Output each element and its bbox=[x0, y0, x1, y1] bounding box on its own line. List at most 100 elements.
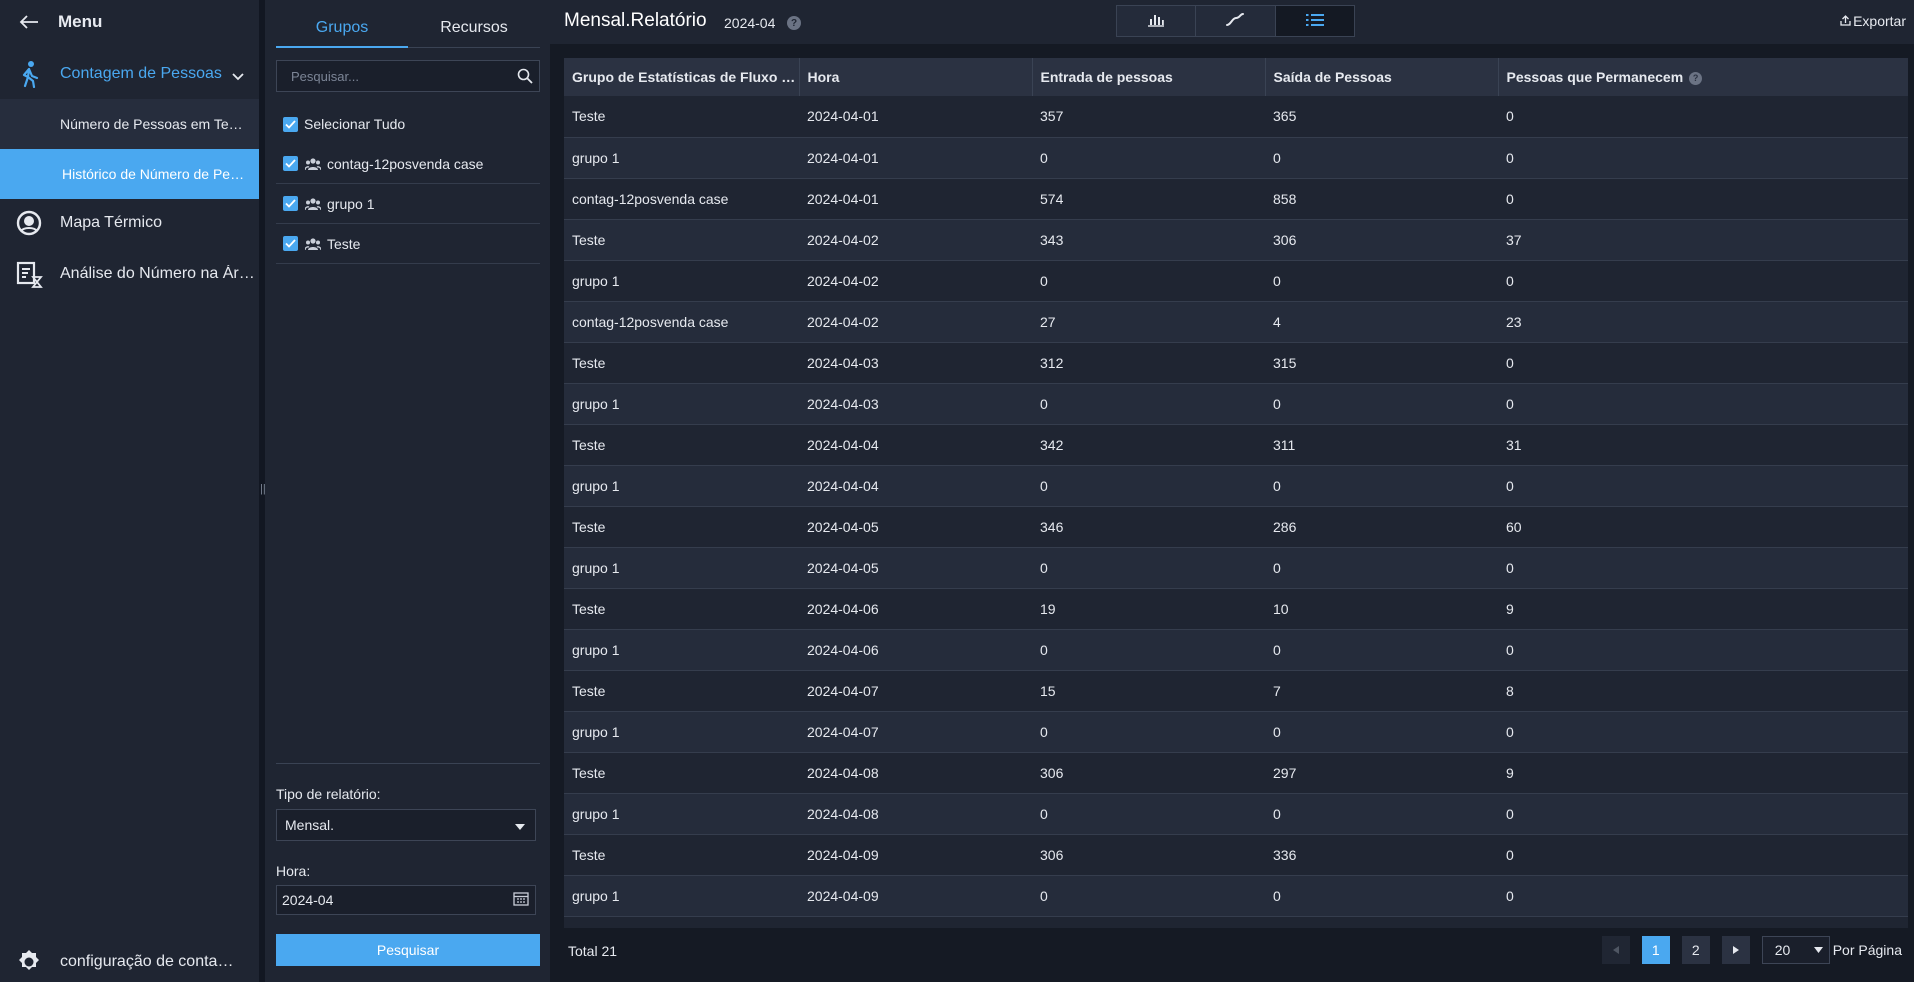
group-label: Teste bbox=[327, 235, 361, 252]
tab-groups[interactable]: Grupos bbox=[276, 8, 408, 48]
column-header-entries[interactable]: Entrada de pessoas bbox=[1032, 58, 1266, 96]
report-type-label: Tipo de relatório: bbox=[276, 786, 381, 802]
table-row[interactable]: grupo 1 2024-04-02 0 0 0 bbox=[564, 260, 1908, 301]
table-row[interactable]: Teste 2024-04-03 312 315 0 bbox=[564, 342, 1908, 383]
sidebar-subitem-history[interactable]: Histórico de Número de Pessoas bbox=[0, 149, 259, 199]
table-row[interactable]: Teste 2024-04-08 306 297 9 bbox=[564, 752, 1908, 793]
calendar-icon[interactable] bbox=[513, 891, 529, 909]
table-row[interactable]: grupo 1 2024-04-04 0 0 0 bbox=[564, 465, 1908, 506]
time-label: Hora: bbox=[276, 863, 311, 879]
table-row[interactable]: Teste 2024-04-04 342 311 31 bbox=[564, 424, 1908, 465]
cell-entries: 346 bbox=[1040, 518, 1064, 535]
cell-exits: 297 bbox=[1273, 764, 1297, 781]
table-row[interactable]: grupo 1 2024-04-05 0 0 0 bbox=[564, 547, 1908, 588]
table-row[interactable]: Teste 2024-04-09 306 336 0 bbox=[564, 834, 1908, 875]
cell-group: Teste bbox=[572, 108, 606, 125]
area-analysis-icon bbox=[14, 259, 44, 289]
group-item[interactable]: grupo 1 bbox=[276, 184, 540, 224]
table-row[interactable]: contag-12posvenda case 2024-04-01 574 858 0 bbox=[564, 178, 1908, 219]
cell-exits: 4 bbox=[1273, 313, 1281, 330]
select-all-checkbox[interactable] bbox=[283, 116, 298, 132]
sidebar-header: Menu bbox=[0, 0, 259, 44]
table-row[interactable]: Teste 2024-04-01 357 365 0 bbox=[564, 96, 1908, 137]
sidebar-item-label: configuração de contagem bbox=[60, 953, 240, 970]
cell-entries: 342 bbox=[1040, 436, 1064, 453]
sidebar-item-area-analysis[interactable]: Análise do Número na Área bbox=[0, 254, 259, 294]
cell-time: 2024-04-07 bbox=[807, 682, 879, 699]
panel-divider bbox=[276, 763, 540, 764]
search-button[interactable]: Pesquisar bbox=[276, 934, 540, 966]
group-checkbox[interactable] bbox=[283, 156, 298, 171]
cell-entries: 0 bbox=[1040, 272, 1048, 289]
help-icon[interactable]: ? bbox=[787, 16, 801, 30]
person-walking-icon bbox=[14, 59, 44, 89]
table-row[interactable]: Teste 2024-04-05 346 286 60 bbox=[564, 506, 1908, 547]
group-item[interactable]: Teste bbox=[276, 224, 540, 264]
column-header-exits[interactable]: Saída de Pessoas bbox=[1265, 58, 1499, 96]
group-checkbox[interactable] bbox=[283, 236, 298, 251]
cell-entries: 0 bbox=[1040, 395, 1048, 412]
cell-remaining: 0 bbox=[1506, 559, 1514, 576]
cell-group: Teste bbox=[572, 846, 606, 863]
table-row[interactable]: Teste 2024-04-07 15 7 8 bbox=[564, 670, 1908, 711]
table-row[interactable]: Teste 2024-04-02 343 306 37 bbox=[564, 219, 1908, 260]
chevron-down-icon[interactable] bbox=[232, 68, 244, 84]
table-row[interactable]: grupo 1 2024-04-07 0 0 0 bbox=[564, 711, 1908, 752]
back-arrow-icon[interactable] bbox=[18, 11, 40, 33]
list-view-button[interactable] bbox=[1275, 6, 1354, 36]
cell-group: Teste bbox=[572, 600, 606, 617]
cell-entries: 0 bbox=[1040, 887, 1048, 904]
table-row[interactable]: grupo 1 2024-04-08 0 0 0 bbox=[564, 793, 1908, 834]
tab-resources[interactable]: Recursos bbox=[408, 8, 540, 47]
group-item[interactable]: contag-12posvenda case bbox=[276, 144, 540, 184]
table-row[interactable]: Teste 2024-04-06 19 10 9 bbox=[564, 588, 1908, 629]
sidebar-subitem-realtime[interactable]: Número de Pessoas em Tempo Real bbox=[0, 99, 259, 149]
sidebar-item-heatmap[interactable]: Mapa Térmico bbox=[0, 203, 259, 243]
bar-chart-view-button[interactable] bbox=[1117, 6, 1197, 36]
cell-time: 2024-04-09 bbox=[807, 887, 879, 904]
month-picker bbox=[276, 885, 536, 915]
column-header-remaining[interactable]: Pessoas que Permanecem? bbox=[1498, 58, 1908, 96]
table-row[interactable]: grupo 1 2024-04-09 0 0 0 bbox=[564, 875, 1908, 916]
column-header-time[interactable]: Hora bbox=[799, 58, 1033, 96]
help-icon[interactable]: ? bbox=[1689, 71, 1703, 85]
sidebar-item-settings[interactable]: configuração de contagem bbox=[0, 944, 259, 980]
report-type-value: Mensal. bbox=[285, 817, 335, 833]
prev-page-button[interactable] bbox=[1601, 936, 1630, 964]
cell-remaining: 0 bbox=[1506, 395, 1514, 412]
report-type-select[interactable]: Mensal. bbox=[276, 809, 536, 841]
export-button[interactable]: Exportar bbox=[1840, 13, 1906, 29]
cell-entries: 306 bbox=[1040, 764, 1064, 781]
sidebar-item-label: Contagem de Pessoas bbox=[60, 65, 222, 82]
cell-remaining: 0 bbox=[1506, 846, 1514, 863]
cell-exits: 10 bbox=[1273, 600, 1289, 617]
cell-group: contag-12posvenda case bbox=[572, 190, 729, 207]
main-content: Mensal.Relatório 2024-04 ? Exportar Grup… bbox=[550, 0, 1914, 982]
line-chart-view-button[interactable] bbox=[1196, 6, 1276, 36]
cell-time: 2024-04-02 bbox=[807, 231, 879, 248]
table-row[interactable]: grupo 1 2024-04-06 0 0 0 bbox=[564, 629, 1908, 670]
select-all-row[interactable]: Selecionar Tudo bbox=[276, 104, 540, 144]
table-row[interactable]: contag-12posvenda case 2024-04-02 27 4 23 bbox=[564, 301, 1908, 342]
sidebar-subitem-label: Número de Pessoas em Tempo Real bbox=[60, 116, 247, 132]
search-input[interactable] bbox=[277, 61, 511, 91]
cell-time: 2024-04-01 bbox=[807, 190, 879, 207]
search-icon[interactable] bbox=[511, 61, 539, 91]
cell-exits: 0 bbox=[1273, 805, 1281, 822]
page-button-1[interactable]: 1 bbox=[1641, 936, 1670, 964]
cell-remaining: 0 bbox=[1506, 805, 1514, 822]
cell-exits: 336 bbox=[1273, 846, 1297, 863]
group-checkbox[interactable] bbox=[283, 196, 298, 211]
export-label: Exportar bbox=[1853, 13, 1906, 29]
next-page-button[interactable] bbox=[1721, 936, 1750, 964]
cell-remaining: 37 bbox=[1506, 231, 1522, 248]
table-row[interactable]: grupo 1 2024-04-03 0 0 0 bbox=[564, 383, 1908, 424]
table-row[interactable]: grupo 1 2024-04-01 0 0 0 bbox=[564, 137, 1908, 178]
month-input[interactable] bbox=[282, 892, 482, 908]
cell-entries: 343 bbox=[1040, 231, 1064, 248]
page-button-2[interactable]: 2 bbox=[1681, 936, 1710, 964]
per-page-select[interactable]: 20 bbox=[1761, 936, 1830, 964]
column-header-group[interactable]: Grupo de Estatísticas de Fluxo de Pessoa… bbox=[564, 58, 800, 96]
report-toolbar: Mensal.Relatório 2024-04 ? Exportar bbox=[550, 0, 1914, 44]
sidebar-item-people-counting[interactable]: Contagem de Pessoas bbox=[0, 54, 259, 94]
